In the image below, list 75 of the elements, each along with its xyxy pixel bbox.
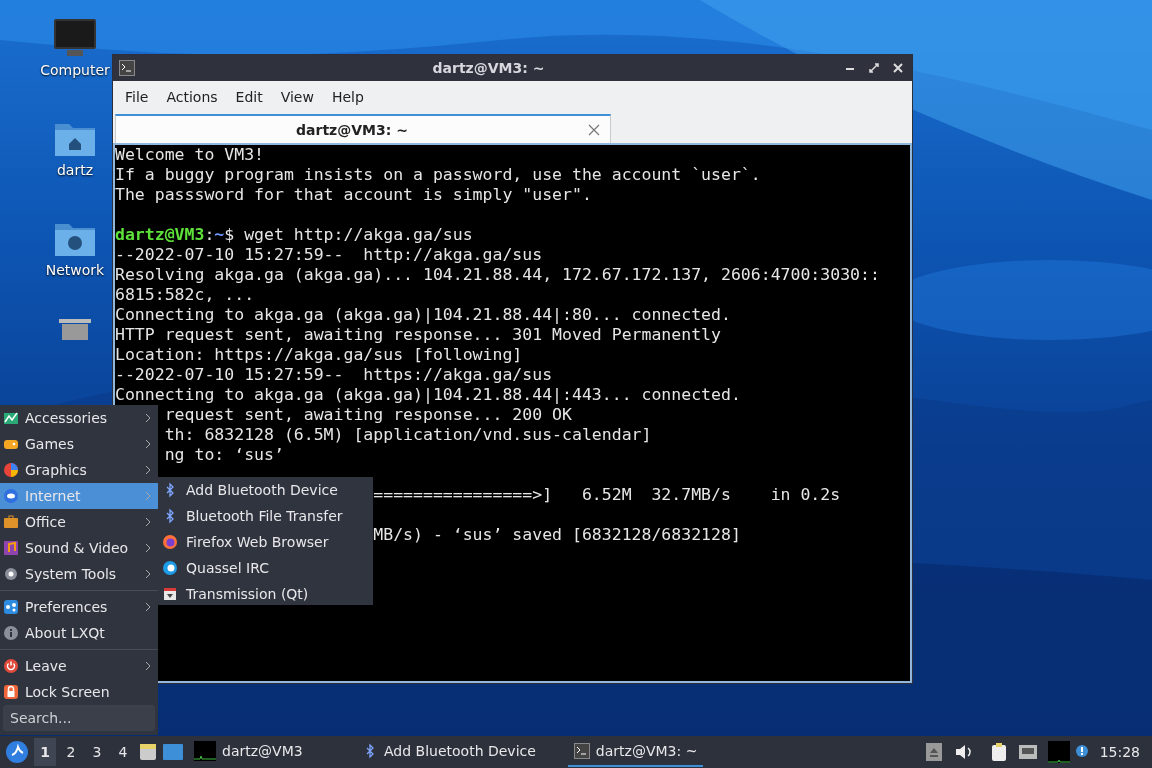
menu-item[interactable]: Lock Screen (0, 679, 158, 705)
taskbar-task[interactable]: Add Bluetooth Device (356, 737, 542, 767)
menu-item[interactable]: Games (0, 431, 158, 457)
menu-item[interactable]: Add Bluetooth Device (158, 477, 373, 503)
menu-item[interactable]: View (272, 85, 322, 109)
output-line: Resolving akga.ga (akga.ga)... 104.21.88.44, 172.67.172.137, 2606:4700:3030:: (115, 265, 880, 284)
menu-item[interactable]: Bluetooth File Transfer (158, 503, 373, 529)
network-icon[interactable] (1017, 743, 1038, 761)
palette-icon (3, 462, 19, 478)
menu-item[interactable]: Preferences (0, 594, 158, 620)
eject-icon[interactable] (925, 743, 942, 761)
terminal-icon (119, 60, 135, 76)
menu-item[interactable]: Graphics (0, 457, 158, 483)
workspace-button[interactable]: 1 (34, 738, 56, 766)
output-line: If a buggy program insists on a password, use the account `user`. (115, 165, 761, 184)
menu-item[interactable]: About LXQt (0, 620, 158, 646)
power-icon (3, 658, 19, 674)
clock[interactable]: 15:28 (1099, 744, 1140, 760)
output-line: Welcome to VM3! (115, 145, 264, 164)
settings-icon (3, 599, 19, 615)
workspace-button[interactable]: 2 (60, 738, 82, 766)
menu-item[interactable]: Leave (0, 653, 158, 679)
output-line: MB/s) - ‘sus’ saved [6832128/6832128] (373, 525, 741, 544)
prompt-user: dartz@VM3 (115, 225, 205, 244)
menu-item[interactable]: Edit (227, 85, 271, 109)
prompt-path: ~ (214, 225, 225, 244)
icon-label: Network (45, 262, 105, 278)
download-box-icon (162, 586, 178, 602)
volume-icon[interactable] (953, 743, 974, 761)
output-line: --2022-07-10 15:27:59-- http://akga.ga/sus (115, 245, 543, 264)
start-menu-icon[interactable] (4, 739, 30, 765)
info-icon (3, 625, 19, 641)
output-line: Connecting to akga.ga (akga.ga)|104.21.88.44|:443... connected. (115, 385, 741, 404)
menu-item[interactable]: Firefox Web Browser (158, 529, 373, 555)
cpu-graph-icon (194, 741, 216, 761)
maximize-icon[interactable] (866, 60, 882, 76)
search-field[interactable]: Search... (3, 705, 155, 731)
menu-item[interactable]: File (117, 85, 157, 109)
menu-item[interactable]: Actions (158, 85, 226, 109)
window-title: dartz@VM3: ~ (431, 60, 546, 76)
output-line: ng to: ‘sus’ (164, 445, 284, 464)
pen-chart-icon (3, 410, 19, 426)
taskbar-task[interactable]: dartz@VM3: ~ (567, 737, 704, 767)
desktop-icon[interactable] (162, 742, 184, 762)
icon-label: dartz (56, 162, 94, 178)
prompt-separator: : (204, 225, 215, 244)
taskbar-task[interactable]: dartz@VM3 (188, 737, 338, 767)
output-line: th: 6832128 (6.5M) [application/vnd.sus-calendar] (164, 425, 652, 444)
menu-item[interactable]: Accessories (0, 405, 158, 431)
menu-item[interactable]: Office (0, 509, 158, 535)
output-line: Connecting to akga.ga (akga.ga)|104.21.88.44|:80... connected. (115, 305, 731, 324)
command-text: $ wget http://akga.ga/sus (224, 225, 473, 244)
file-manager-icon[interactable] (138, 742, 158, 762)
terminal-icon (573, 743, 590, 759)
menu-item[interactable]: System Tools (0, 561, 158, 587)
output-line: request sent, awaiting response... 200 OK (164, 405, 572, 424)
briefcase-icon (3, 514, 19, 530)
output-line: 6815:582c, ... (115, 285, 255, 304)
output-line: ================>] 6.52M 32.7MB/s in 0.2s (373, 485, 841, 504)
output-line: Location: https://akga.ga/sus [following] (115, 345, 523, 364)
output-line: HTTP request sent, awaiting response... 301 Moved Permanently (115, 325, 721, 344)
workspace-button[interactable]: 4 (112, 738, 134, 766)
monitor-icon[interactable] (53, 18, 97, 58)
menu-item[interactable]: Transmission (Qt) (158, 581, 373, 607)
clipboard-icon[interactable] (989, 742, 1008, 762)
output-line: The passsword for that account is simply "user". (115, 185, 592, 204)
menu-item[interactable]: Sound & Video (0, 535, 158, 561)
menu-item[interactable]: Quassel IRC (158, 555, 373, 581)
menu-item[interactable]: Help (323, 85, 372, 109)
workspace-button[interactable]: 3 (86, 738, 108, 766)
terminal-tab[interactable]: dartz@VM3: ~ (115, 114, 611, 143)
icon-label: Computer (40, 62, 110, 78)
close-icon[interactable] (588, 123, 600, 136)
output-line: --2022-07-10 15:27:59-- https://akga.ga/sus (115, 365, 553, 384)
lock-icon (3, 684, 19, 700)
